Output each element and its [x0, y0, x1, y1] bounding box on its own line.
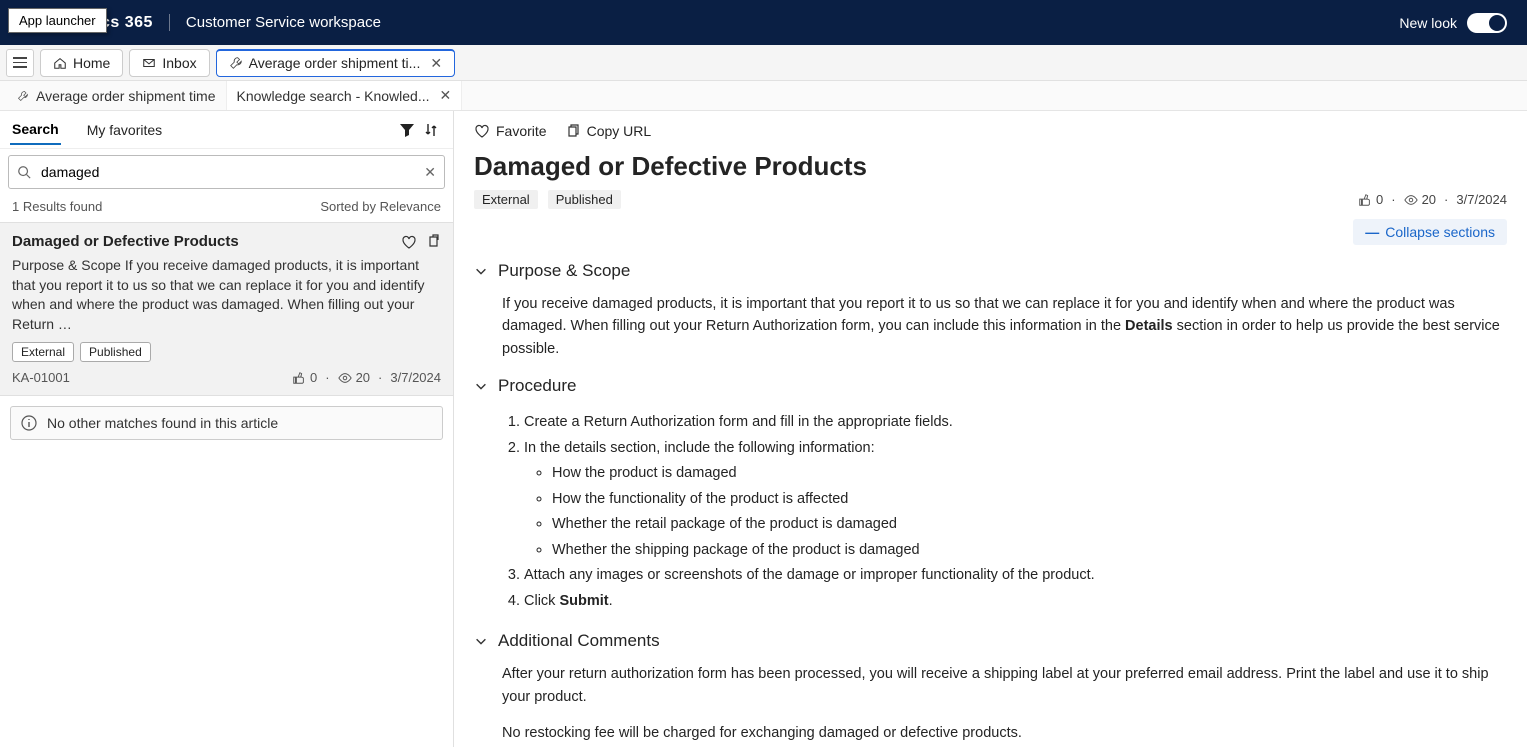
hamburger-button[interactable] — [6, 49, 34, 77]
popout-icon — [425, 234, 441, 250]
copy-url-button[interactable]: Copy URL — [565, 123, 652, 139]
section-title-comments: Additional Comments — [498, 631, 660, 651]
eye-icon — [1404, 193, 1418, 207]
subtab-record[interactable]: Average order shipment time — [6, 81, 227, 110]
search-input[interactable] — [39, 163, 416, 181]
search-box[interactable]: ✕ — [8, 155, 445, 189]
tab-session-active[interactable]: Average order shipment ti... ✕ — [216, 49, 455, 77]
result-likes: 0 — [310, 370, 317, 385]
copy-icon — [565, 123, 581, 139]
wrench-icon — [229, 56, 243, 70]
article-date: 3/7/2024 — [1456, 192, 1507, 207]
section-header-procedure[interactable]: Procedure — [474, 376, 1507, 396]
eye-icon — [338, 371, 352, 385]
procedure-substep: How the functionality of the product is … — [552, 488, 1507, 510]
tab-home[interactable]: Home — [40, 49, 123, 77]
wrench-icon — [16, 89, 30, 103]
section-title-purpose: Purpose & Scope — [498, 261, 630, 281]
search-icon — [17, 165, 31, 179]
copy-url-label: Copy URL — [587, 123, 652, 139]
procedure-substep: Whether the shipping package of the prod… — [552, 539, 1507, 561]
badge-published: Published — [80, 342, 151, 362]
inbox-icon — [142, 56, 156, 70]
filter-icon — [399, 122, 415, 138]
tab-inbox-label: Inbox — [162, 55, 196, 71]
article-likes: 0 — [1376, 192, 1383, 207]
chevron-down-icon — [474, 379, 488, 393]
clear-search-button[interactable]: ✕ — [424, 164, 436, 181]
page-tab-row: Average order shipment time Knowledge se… — [0, 81, 1527, 111]
results-count: 1 Results found — [12, 199, 102, 214]
favorite-article-label: Favorite — [496, 123, 547, 139]
filter-button[interactable] — [395, 118, 419, 142]
sort-icon — [423, 122, 439, 138]
chevron-down-icon — [474, 264, 488, 278]
result-snippet: Purpose & Scope If you receive damaged p… — [12, 256, 441, 334]
home-icon — [53, 56, 67, 70]
session-tab-row: Home Inbox Average order shipment ti... … — [0, 45, 1527, 81]
info-icon — [21, 415, 37, 431]
heart-icon — [401, 234, 417, 250]
section-body-comments: After your return authorization form has… — [474, 651, 1507, 744]
thumbs-up-icon — [292, 371, 306, 385]
subtab-knowledge-label: Knowledge search - Knowled... — [237, 88, 430, 104]
heart-icon — [474, 123, 490, 139]
result-views: 20 — [356, 370, 370, 385]
close-subtab-button[interactable]: ✕ — [440, 87, 452, 104]
sort-button[interactable] — [419, 118, 443, 142]
article-title: Damaged or Defective Products — [454, 147, 1527, 190]
collapse-sections-button[interactable]: — Collapse sections — [1353, 219, 1507, 245]
no-match-text: No other matches found in this article — [47, 415, 278, 431]
workspace-title: Customer Service workspace — [169, 14, 381, 31]
favorite-article-button[interactable]: Favorite — [474, 123, 547, 139]
pop-out-result-button[interactable] — [425, 234, 441, 250]
subtab-knowledge[interactable]: Knowledge search - Knowled... ✕ — [227, 81, 463, 110]
sort-label: Sorted by Relevance — [320, 199, 441, 214]
result-card[interactable]: Damaged or Defective Products Purpose & … — [0, 222, 453, 396]
article-views: 20 — [1422, 192, 1436, 207]
thumbs-up-icon — [1358, 193, 1372, 207]
procedure-step: Create a Return Authorization form and f… — [524, 411, 1507, 433]
result-id: KA-01001 — [12, 370, 70, 385]
result-title: Damaged or Defective Products — [12, 233, 239, 250]
results-panel: Search My favorites ✕ 1 Results found So… — [0, 111, 454, 747]
top-bar: App launcher ics 365 Customer Service wo… — [0, 0, 1527, 45]
procedure-step: Attach any images or screenshots of the … — [524, 564, 1507, 586]
procedure-substep: Whether the retail package of the produc… — [552, 513, 1507, 535]
badge-external: External — [12, 342, 74, 362]
new-look-toggle[interactable] — [1467, 13, 1507, 33]
chevron-down-icon — [474, 634, 488, 648]
app-launcher-tooltip: App launcher — [8, 8, 107, 33]
procedure-substep: How the product is damaged — [552, 462, 1507, 484]
favorite-result-button[interactable] — [401, 234, 417, 250]
section-header-comments[interactable]: Additional Comments — [474, 631, 1507, 651]
section-body-purpose: If you receive damaged products, it is i… — [474, 281, 1507, 360]
section-header-purpose[interactable]: Purpose & Scope — [474, 261, 1507, 281]
section-body-procedure: Create a Return Authorization form and f… — [474, 396, 1507, 612]
new-look-label: New look — [1399, 15, 1457, 31]
tag-published: Published — [548, 190, 621, 209]
collapse-sections-label: Collapse sections — [1385, 224, 1495, 240]
procedure-step: In the details section, include the foll… — [524, 437, 1507, 561]
tab-session-label: Average order shipment ti... — [249, 55, 421, 71]
results-tab-search[interactable]: Search — [10, 115, 61, 145]
tab-inbox[interactable]: Inbox — [129, 49, 209, 77]
article-panel: Favorite Copy URL Damaged or Defective P… — [454, 111, 1527, 747]
result-date: 3/7/2024 — [390, 370, 441, 385]
subtab-record-label: Average order shipment time — [36, 88, 216, 104]
no-match-banner: No other matches found in this article — [10, 406, 443, 440]
section-title-procedure: Procedure — [498, 376, 576, 396]
results-tab-favorites[interactable]: My favorites — [85, 116, 164, 144]
close-tab-button[interactable]: ✕ — [430, 55, 442, 72]
tab-home-label: Home — [73, 55, 110, 71]
tag-external: External — [474, 190, 538, 209]
procedure-step: Click Submit. — [524, 590, 1507, 612]
